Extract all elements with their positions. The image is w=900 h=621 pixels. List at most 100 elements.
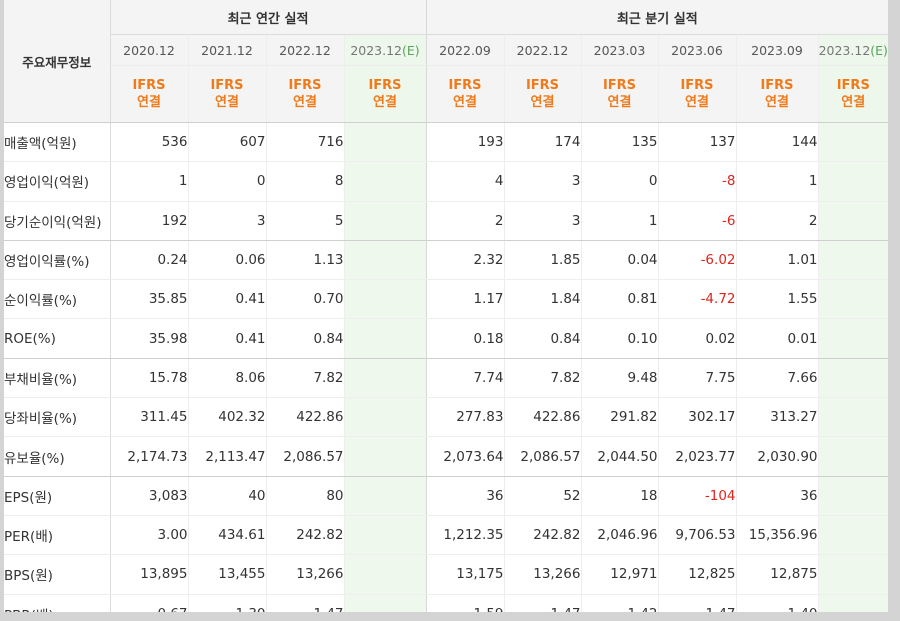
table-cell: 0.41 (187, 318, 266, 359)
row-label: 당좌비율(%) (4, 397, 111, 438)
table-cell (343, 554, 426, 595)
table-cell: 3.00 (110, 515, 188, 556)
ifrs-label: IFRS 연결 (187, 65, 266, 123)
table-cell (343, 436, 426, 477)
table-cell: 12,971 (580, 554, 658, 595)
table-row: 매출액(억원) 536 607 716 193 174 135 137 144 (4, 122, 888, 163)
annual-results-header: 최근 연간 실적 (110, 0, 426, 35)
table-cell (817, 594, 888, 612)
ifrs-label: IFRS 연결 (580, 65, 658, 123)
table-cell: 1 (735, 161, 818, 202)
table-cell: 1 (580, 201, 658, 241)
financial-data-body: 매출액(억원) 536 607 716 193 174 135 137 144 영업이익(억원) 1… (4, 122, 888, 612)
table-cell: 1.40 (735, 594, 818, 612)
row-label: PER(배) (4, 515, 111, 556)
table-cell: 1.84 (503, 279, 581, 320)
period-date: 2020.12 (123, 42, 175, 58)
table-cell (817, 240, 888, 281)
table-cell: 144 (735, 122, 818, 163)
table-cell: 242.82 (503, 515, 581, 556)
period-date-row: 2020.12 2021.12 2022.12 2023.12(E) 2022.09 20… (4, 34, 888, 66)
estimate-mark: (E) (402, 42, 420, 58)
table-cell (817, 515, 888, 556)
table-cell: 0.01 (735, 318, 818, 359)
period-date: 2021.12 (201, 42, 253, 58)
table-cell: 716 (265, 122, 344, 163)
consolidated-text: 연결 (685, 95, 709, 110)
table-cell (817, 318, 888, 359)
table-cell: 1.47 (657, 594, 736, 612)
table-cell: 422.86 (503, 397, 581, 438)
period-date: 2023.03 (593, 42, 646, 58)
consolidated-text: 연결 (765, 95, 789, 110)
ifrs-label: IFRS 연결 (110, 65, 188, 123)
table-cell: 7.82 (265, 358, 344, 399)
table-row: 당기순이익(억원) 192 3 5 2 3 1 -6 2 (4, 201, 888, 241)
ifrs-standard-text: IFRS (210, 78, 244, 93)
table-cell: 0 (187, 161, 266, 202)
table-cell: 5 (265, 201, 344, 241)
table-row: 당좌비율(%) 311.45 402.32 422.86 277.83 422.86 291… (4, 397, 888, 438)
ifrs-label: IFRS 연결 (503, 65, 581, 123)
period-date: 2022.09 (439, 42, 491, 58)
row-label: 부채비율(%) (4, 358, 111, 399)
table-cell: 192 (110, 201, 188, 241)
quarterly-results-header: 최근 분기 실적 (425, 0, 888, 35)
table-cell: 536 (110, 122, 188, 163)
table-cell: 2,030.90 (735, 436, 818, 477)
table-cell (343, 358, 426, 399)
consolidated-text: 연결 (607, 95, 632, 110)
row-label: ROE(%) (4, 318, 111, 359)
table-cell: 80 (265, 476, 344, 516)
table-cell: 1,212.35 (425, 515, 504, 556)
table-cell: 174 (503, 122, 581, 163)
ifrs-standard-text: IFRS (525, 78, 560, 93)
consolidated-text: 연결 (293, 95, 317, 110)
table-cell: 0.06 (187, 240, 266, 281)
table-cell: 0.84 (503, 318, 581, 359)
row-label: 영업이익률(%) (4, 240, 111, 281)
table-cell: 8 (265, 161, 344, 202)
table-cell (817, 201, 888, 241)
row-label: BPS(원) (4, 554, 111, 595)
table-cell: 52 (503, 476, 581, 516)
table-row: 영업이익(억원) 1 0 8 4 3 0 -8 1 (4, 161, 888, 202)
row-label: PBR(배) (4, 594, 111, 612)
consolidated-text: 연결 (137, 95, 161, 110)
financial-summary-table: 주요재무정보 최근 연간 실적 최근 분기 실적 2020.12 2021.12 2… (4, 0, 888, 612)
table-cell: -104 (657, 476, 736, 516)
table-cell: 13,175 (425, 554, 504, 595)
consolidated-text: 연결 (530, 95, 555, 110)
table-cell: 607 (187, 122, 266, 163)
table-cell: 12,875 (735, 554, 818, 595)
table-cell (817, 476, 888, 516)
table-cell (817, 397, 888, 438)
table-cell: 7.74 (425, 358, 504, 399)
table-cell (817, 554, 888, 595)
consolidated-text: 연결 (841, 95, 866, 110)
table-cell: 311.45 (110, 397, 188, 438)
row-label: 순이익률(%) (4, 279, 111, 320)
table-cell: 3 (187, 201, 266, 241)
ifrs-standard-text: IFRS (288, 78, 322, 93)
table-cell: 291.82 (580, 397, 658, 438)
ifrs-label: IFRS 연결 (735, 65, 818, 123)
period-header-annual-0: 2020.12 (110, 34, 188, 66)
table-cell: 135 (580, 122, 658, 163)
financial-summary-panel: 주요재무정보 최근 연간 실적 최근 분기 실적 2020.12 2021.12 2… (4, 0, 888, 612)
table-cell: 35.85 (110, 279, 188, 320)
table-cell: 40 (187, 476, 266, 516)
table-cell: 313.27 (735, 397, 818, 438)
table-cell (343, 201, 426, 241)
period-header-quarter-1: 2022.12 (503, 34, 581, 66)
table-row: 부채비율(%) 15.78 8.06 7.82 7.74 7.82 9.48 7.75 7.66 (4, 358, 888, 399)
table-cell: 1.13 (265, 240, 344, 281)
period-date: 2022.12 (516, 42, 569, 58)
period-header-quarter-0: 2022.09 (425, 34, 504, 66)
table-row: PBR(배)0.671.301.471.591.471.421.471.40 (4, 594, 888, 612)
table-row: ROE(%) 35.98 0.41 0.84 0.18 0.84 0.10 0.02 0.01 (4, 318, 888, 359)
table-cell: 1.85 (503, 240, 581, 281)
table-cell (343, 594, 426, 612)
table-cell: 2,086.57 (265, 436, 344, 477)
table-cell: 1.01 (735, 240, 818, 281)
